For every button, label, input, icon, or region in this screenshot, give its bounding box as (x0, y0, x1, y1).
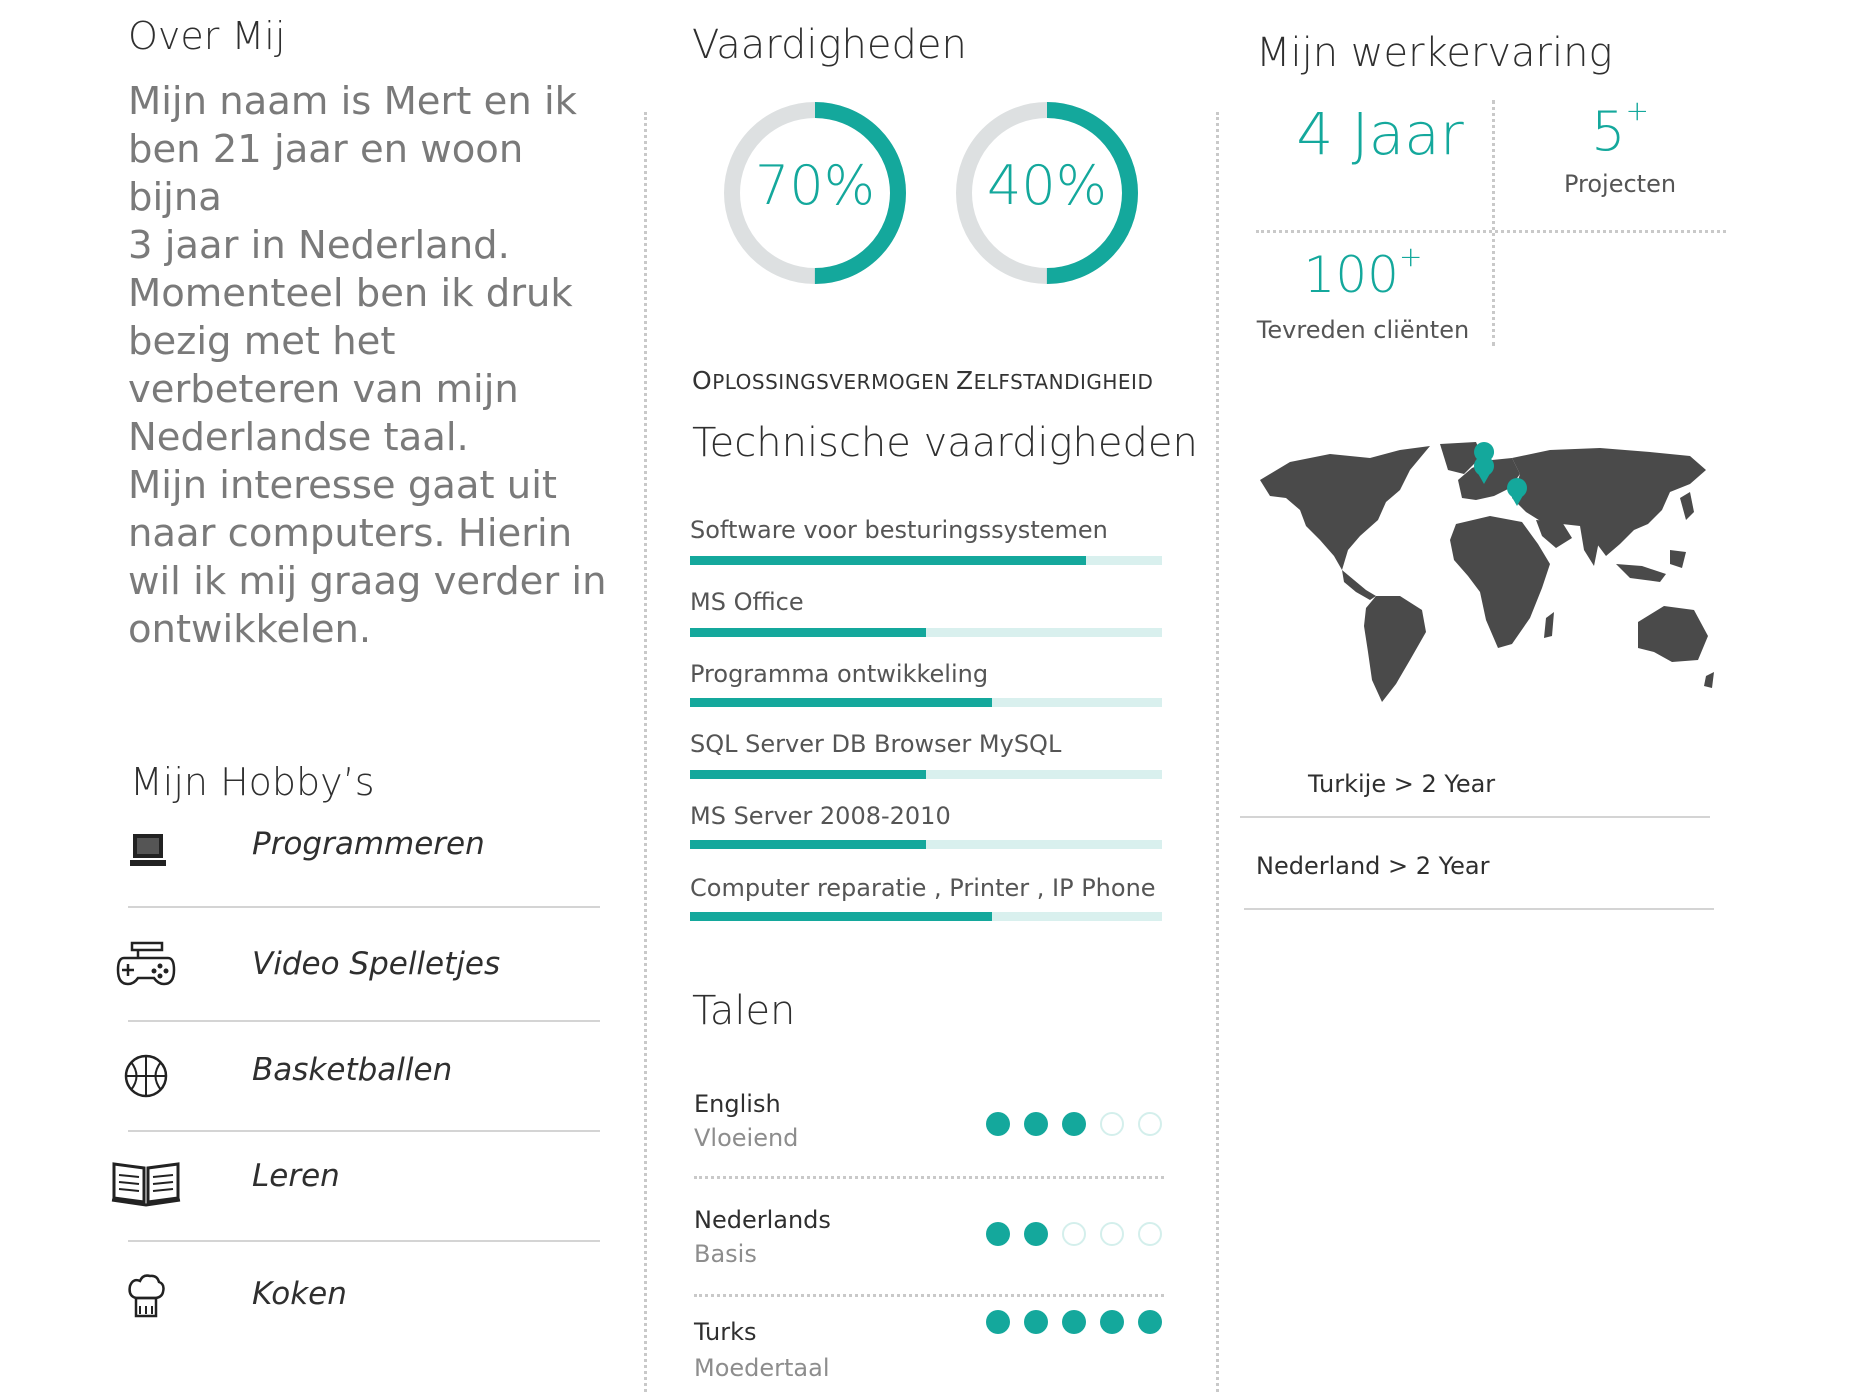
about-line: naar computers. Hierin (128, 511, 573, 556)
projects-label: Projecten (1563, 170, 1677, 198)
book-icon (111, 1162, 181, 1207)
rating-dot-empty (1100, 1112, 1124, 1136)
rating-dot-filled (1024, 1112, 1048, 1136)
years-value: 4 Jaar (1296, 100, 1464, 168)
country-item: Nederland > 2 Year (1256, 852, 1490, 880)
skill-bar (690, 698, 1162, 707)
rating-dot-filled (1024, 1310, 1048, 1334)
hobby-label: Video Spelletjes (252, 946, 501, 982)
hobbies-title: Mijn Hobby’s (130, 760, 375, 804)
about-line: ben 21 jaar en woon bijna (128, 127, 524, 220)
language-level: Basis (694, 1240, 757, 1268)
hobby-label: Programmeren (252, 826, 485, 862)
clients-value: 100+ (1303, 240, 1423, 304)
donut-caption: Oplossingsvermogen (692, 366, 950, 395)
stats-divider-vertical (1492, 100, 1495, 346)
language-name: English (694, 1090, 781, 1118)
rating-dot-filled (1100, 1310, 1124, 1334)
gamepad-icon (116, 941, 176, 986)
basketball-icon (124, 1054, 168, 1098)
about-line: wil ik mij graag verder in (128, 559, 607, 604)
hobby-divider (128, 906, 600, 908)
about-text: Mijn naam is Mert en ik ben 21 jaar en w… (128, 78, 628, 654)
technical-title: Technische vaardigheden (692, 420, 1198, 466)
column-divider-left (644, 112, 647, 1392)
skill-bar (690, 912, 1162, 921)
rating-dot-empty (1138, 1112, 1162, 1136)
skill-bar (690, 556, 1162, 565)
laptop-icon (130, 834, 166, 866)
hobby-label: Basketballen (252, 1052, 453, 1088)
country-item: Turkije > 2 Year (1308, 770, 1496, 798)
hobby-divider (128, 1240, 600, 1242)
language-level: Vloeiend (694, 1124, 799, 1152)
language-name: Turks (694, 1318, 757, 1346)
skill-bar (690, 840, 1162, 849)
world-map (1260, 442, 1714, 702)
rating-dot-filled (986, 1222, 1010, 1246)
rating-dot-filled (1062, 1310, 1086, 1334)
rating-dot-filled (1024, 1222, 1048, 1246)
about-line: ontwikkelen. (128, 607, 372, 652)
rating-dot-filled (1138, 1310, 1162, 1334)
donut-value: 40% (986, 154, 1108, 217)
projects-value: 5+ (1591, 94, 1649, 163)
about-title: Over Mij (128, 14, 286, 58)
rating-dot-empty (1062, 1222, 1086, 1246)
about-line: bezig met het (128, 319, 396, 364)
language-level: Moedertaal (694, 1354, 830, 1382)
skill-bar (690, 628, 1162, 637)
donut-value: 70% (754, 154, 876, 217)
hobby-divider (128, 1020, 600, 1022)
stats-divider (1256, 230, 1726, 233)
skill-bar (690, 770, 1162, 779)
about-line: Mijn naam is Mert en ik (128, 79, 577, 124)
about-line: 3 jaar in Nederland. (128, 223, 510, 268)
about-line: Nederlandse taal. (128, 415, 469, 460)
skill-bar-label: SQL Server DB Browser MySQL (690, 730, 1062, 758)
column-divider-right (1216, 112, 1219, 1392)
language-divider (694, 1294, 1164, 1297)
skill-bar-label: MS Server 2008-2010 (690, 802, 951, 830)
about-line: verbeteren van mijn (128, 367, 519, 412)
skills-title: Vaardigheden (692, 22, 967, 68)
about-line: Momenteel ben ik druk (128, 271, 573, 316)
skill-bar-label: MS Office (690, 588, 804, 616)
donut-caption: Zelfstandigheid (956, 366, 1154, 395)
clients-label: Tevreden cliënten (1256, 316, 1470, 344)
language-rating (986, 1310, 1166, 1336)
skill-bar-label: Software voor besturingssystemen (690, 516, 1108, 544)
country-divider (1240, 816, 1710, 818)
hobby-divider (128, 1130, 600, 1132)
chef-hat-icon (128, 1274, 165, 1318)
rating-dot-filled (986, 1112, 1010, 1136)
language-rating (986, 1112, 1166, 1138)
languages-title: Talen (692, 988, 796, 1034)
rating-dot-filled (986, 1310, 1010, 1334)
hobby-label: Koken (252, 1276, 347, 1312)
rating-dot-empty (1100, 1222, 1124, 1246)
language-rating (986, 1222, 1166, 1248)
language-divider (694, 1176, 1164, 1179)
work-title: Mijn werkervaring (1256, 30, 1613, 76)
language-name: Nederlands (694, 1206, 831, 1234)
skill-bar-label: Computer reparatie , Printer , IP Phone (690, 874, 1156, 902)
rating-dot-filled (1062, 1112, 1086, 1136)
about-line: Mijn interesse gaat uit (128, 463, 557, 508)
rating-dot-empty (1138, 1222, 1162, 1246)
hobby-label: Leren (252, 1158, 340, 1194)
skill-bar-label: Programma ontwikkeling (690, 660, 989, 688)
country-divider (1244, 908, 1714, 910)
